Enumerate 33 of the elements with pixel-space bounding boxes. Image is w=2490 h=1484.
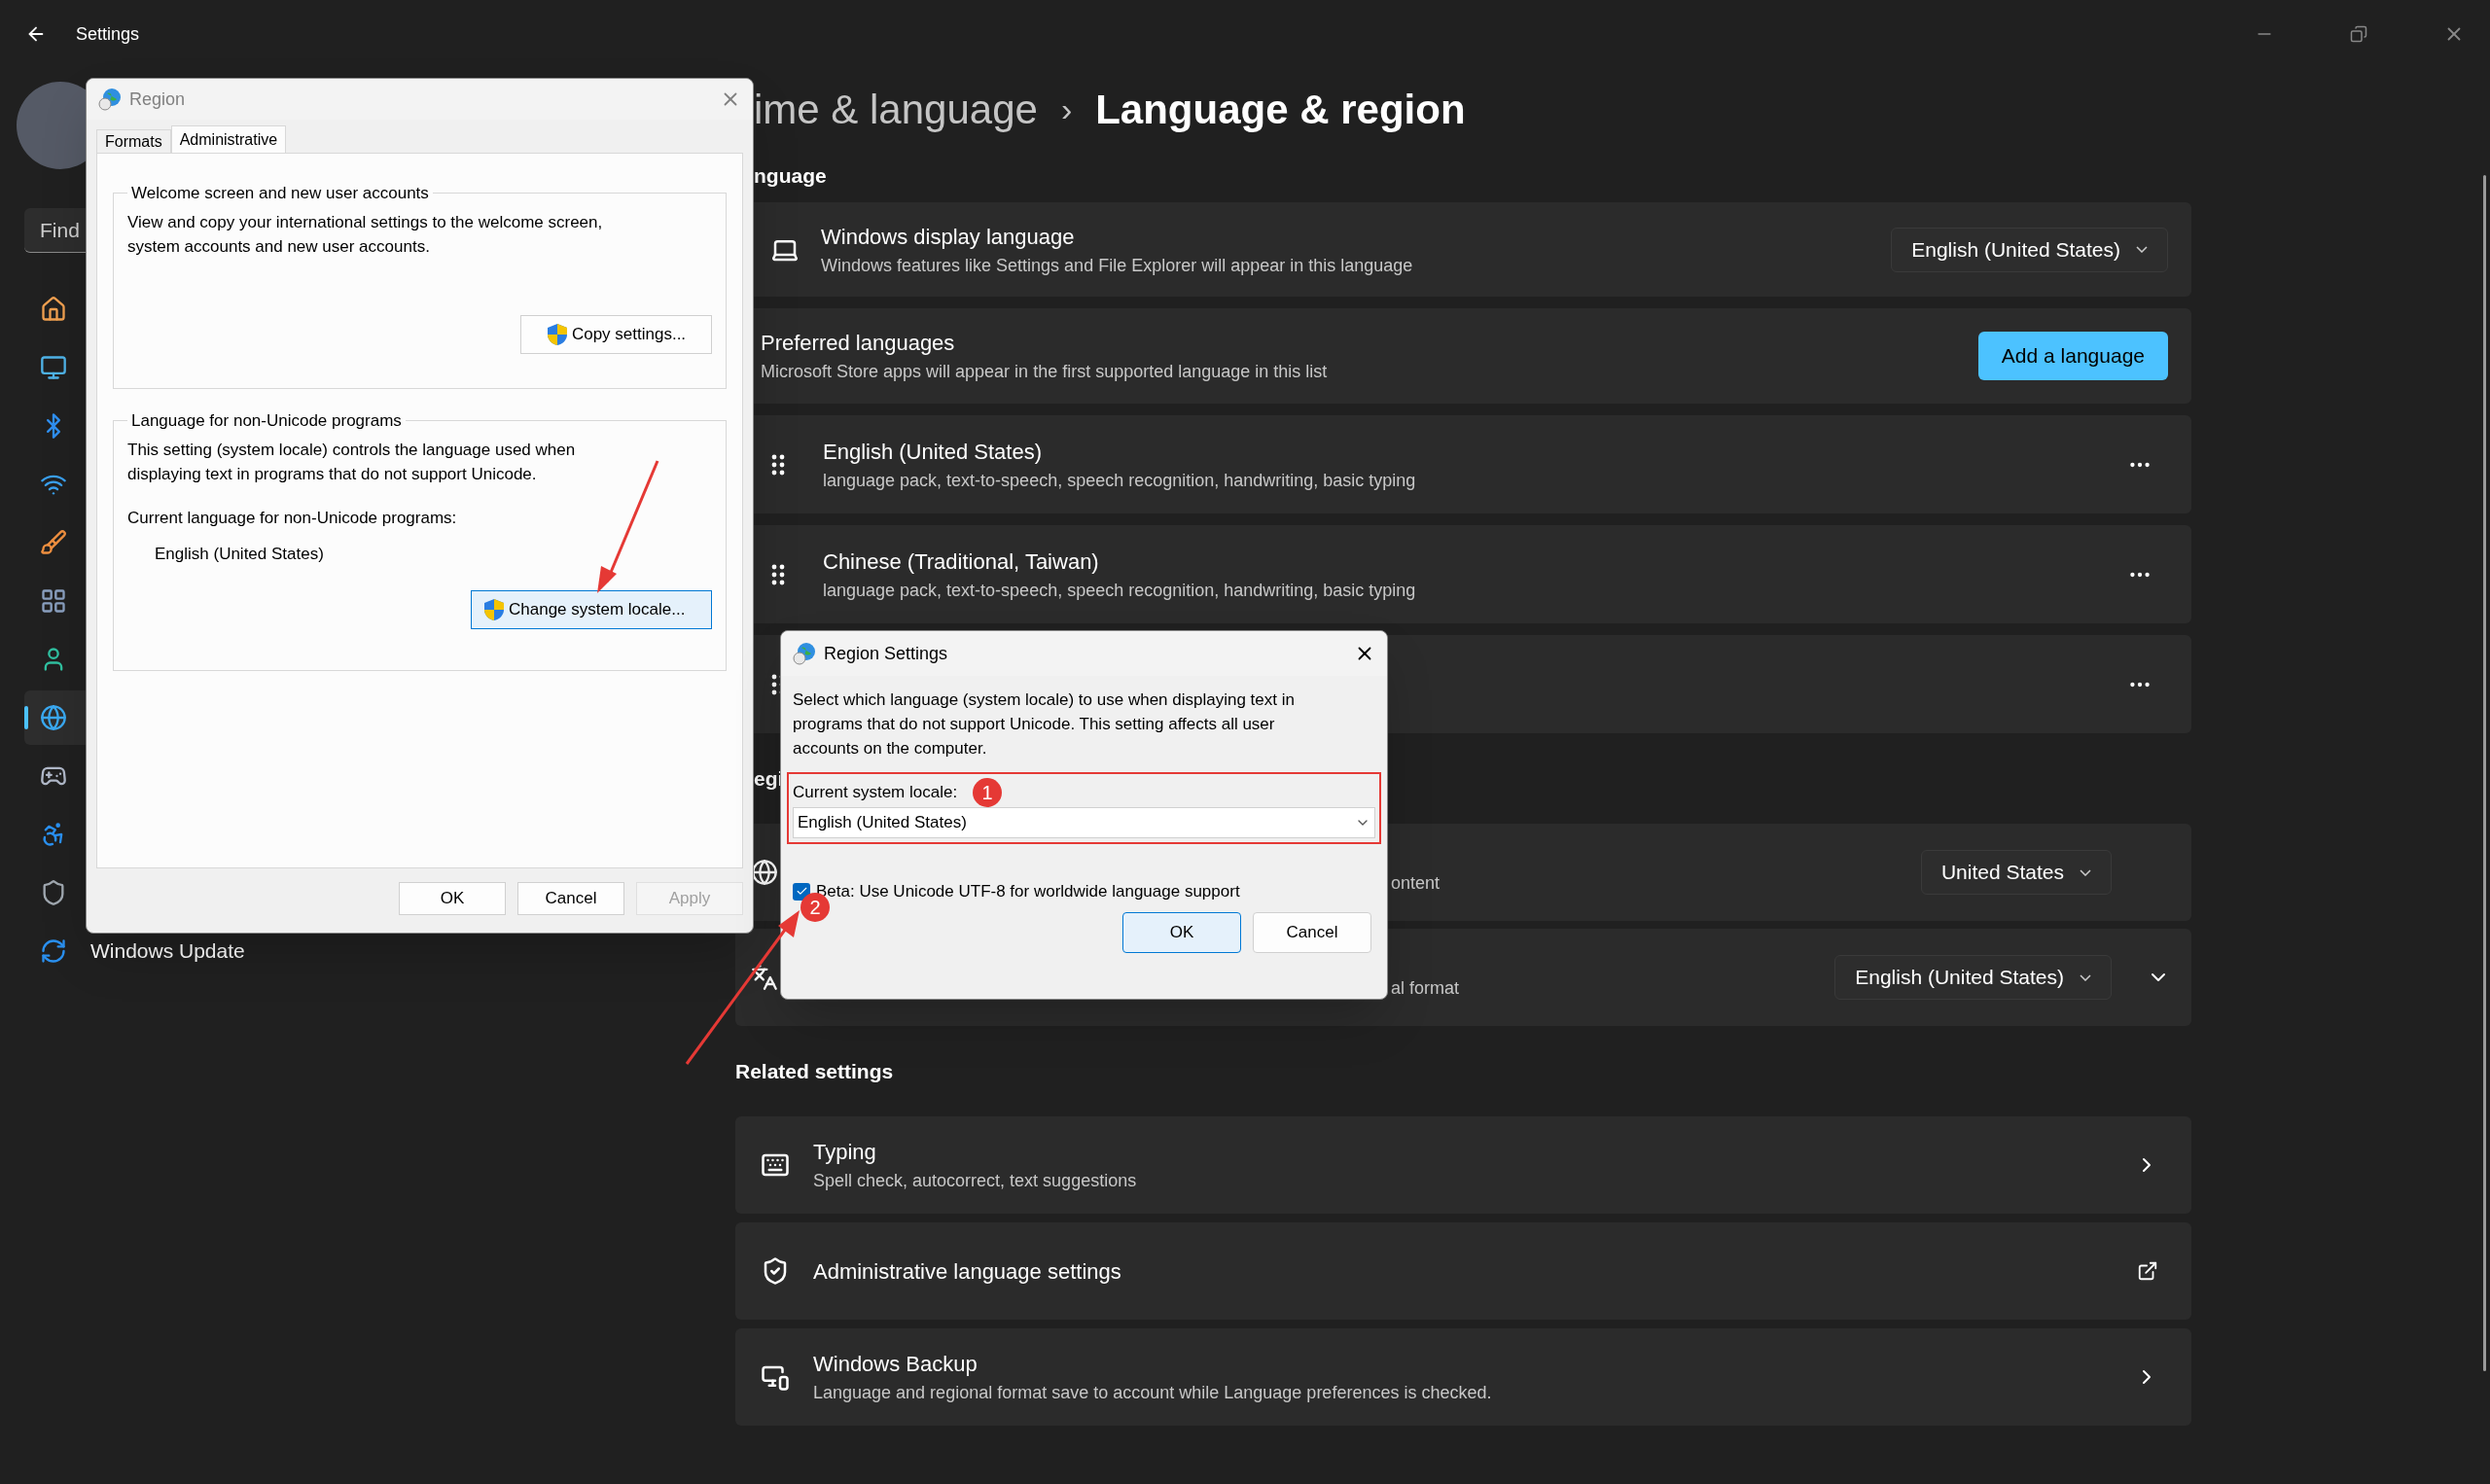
breadcrumb-separator: › (1060, 88, 1073, 129)
card-description: Spell check, autocorrect, text suggestions (813, 1170, 1138, 1192)
dialog-title: Region Settings (824, 642, 949, 665)
card-title: Preferred languages (761, 330, 956, 357)
dialog-description: Select which language (system locale) to use when displaying text in programs that do not support Unicode. This setting affects all user accounts on the computer. (792, 689, 1296, 760)
current-language-value: English (United States) (155, 544, 325, 565)
card-description: al format (1391, 977, 1460, 998)
card-description: language pack, text-to-speech, speech recognition, handwriting, basic typing (823, 469, 1417, 492)
group-description: This setting (system locale) controls the language used when displaying text in programs that do not support Unicode. (127, 439, 577, 485)
card-description: language pack, text-to-speech, speech recognition, handwriting, basic typing (823, 579, 1417, 602)
group-title: Language for non-Unicode programs (130, 410, 403, 432)
search-placeholder: Find (40, 217, 80, 243)
card-description: Microsoft Store apps will appear in the first supported language in this list (761, 361, 1329, 383)
card-title: Administrative language settings (813, 1257, 1122, 1286)
card-title: Windows display language (821, 223, 1076, 251)
dialog-title: Region (129, 88, 187, 111)
card-title: Windows Backup (813, 1351, 978, 1378)
page-title: Language & region (1095, 85, 1466, 134)
current-language-label: Current language for non-Unicode programs: (127, 507, 458, 529)
step-number-badge: 1 (973, 778, 1003, 807)
card-description: Language and regional format save to account while Language preferences is checked. (813, 1382, 1493, 1404)
group-description: View and copy your international settings to the welcome screen, system accounts and new user accounts. (127, 211, 604, 258)
card-title: English (United States) (823, 438, 1043, 466)
locale-label: Current system locale: (793, 782, 958, 804)
nav-label: Windows Update (90, 938, 245, 965)
card-description: Windows features like Settings and File Explorer will appear in this language (821, 254, 1414, 277)
group-title: Welcome screen and new user accounts (130, 183, 430, 204)
card-title: Chinese (Traditional, Taiwan) (823, 548, 1100, 576)
section-heading: nguage (754, 163, 827, 190)
window-title: Settings (76, 22, 140, 46)
card-title: Typing (813, 1139, 877, 1166)
card-description: ontent (1391, 872, 1441, 893)
section-heading: Related settings (735, 1058, 894, 1084)
